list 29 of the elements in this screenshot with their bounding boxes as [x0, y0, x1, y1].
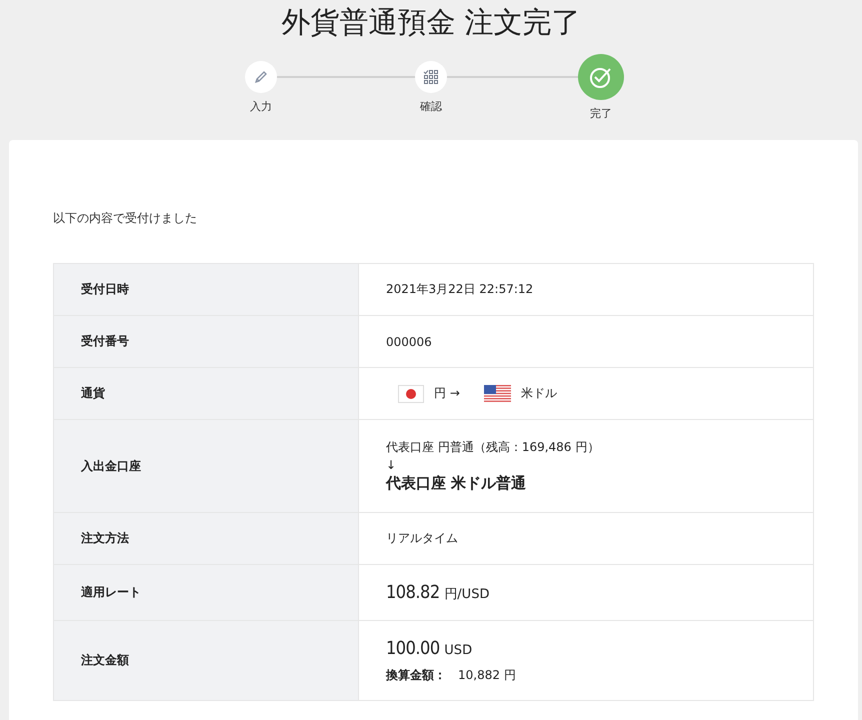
row-label: 通貨: [54, 368, 358, 420]
row-value: 000006: [358, 316, 814, 368]
row-value: 2021年3月22日 22:57:12: [358, 264, 814, 316]
checklist-icon: [423, 69, 439, 85]
destination-account: 代表口座 米ドル普通: [386, 474, 528, 493]
step-label: 確認: [420, 99, 442, 114]
converted-amount: 10,882 円: [458, 666, 516, 684]
message: 以下の内容で受付けました: [53, 210, 198, 227]
flag-icon: [398, 384, 424, 402]
rate-value: 108.82 円/USD: [386, 587, 490, 601]
currency-name: 米ドル: [520, 385, 557, 402]
flag-icon: [484, 384, 511, 402]
row-label: 受付番号: [54, 316, 358, 368]
row-value: リアルタイム: [358, 512, 814, 564]
step-label: 完了: [590, 106, 612, 121]
row-label: 注文方法: [54, 512, 358, 564]
source-account: 代表口座 円普通（残高：169,486 円）: [386, 439, 600, 456]
row-label: 受付日時: [54, 264, 358, 316]
arrow-down: ↓: [386, 458, 398, 472]
row-label: 注文金額: [54, 620, 358, 700]
amount-value: 100.00 USD: [386, 638, 474, 658]
check-icon: [589, 65, 613, 89]
row-label: 入出金口座: [54, 420, 358, 512]
converted-label: 換算金額：: [386, 666, 446, 684]
currency-name: 円 →: [434, 385, 460, 402]
step-label: 入力: [250, 99, 272, 114]
row-label: 適用レート: [54, 564, 358, 620]
page-title: 外貨普通預金 注文完了: [280, 4, 582, 41]
pencil-icon: [253, 69, 269, 85]
